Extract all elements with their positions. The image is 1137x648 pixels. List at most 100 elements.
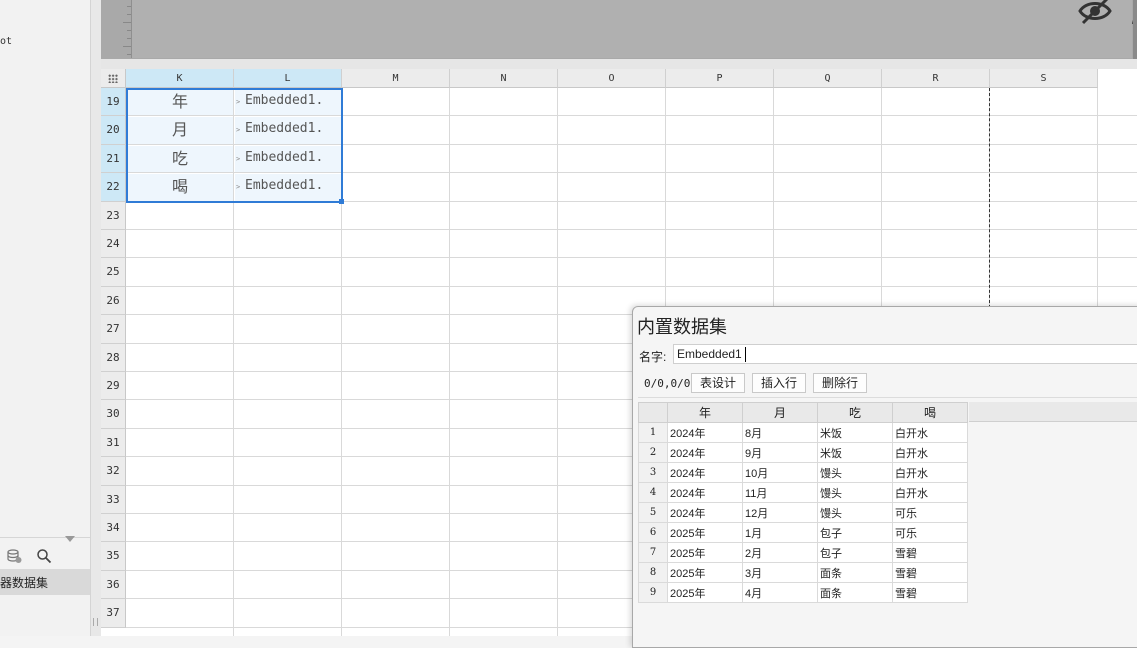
table-cell[interactable]: 8月 <box>742 422 818 443</box>
table-cell[interactable]: 2月 <box>742 542 818 563</box>
column-header-r[interactable]: R <box>882 69 990 88</box>
row-header-20[interactable]: 20 <box>101 116 126 145</box>
report-body-area[interactable] <box>131 0 1137 58</box>
table-header-filler <box>969 402 1137 422</box>
search-icon[interactable] <box>36 548 52 564</box>
column-header-p[interactable]: P <box>666 69 774 88</box>
table-cell[interactable]: 12月 <box>742 502 818 523</box>
row-header-35[interactable]: 35 <box>101 542 126 571</box>
table-cell[interactable]: 包子 <box>817 542 893 563</box>
grid-vline <box>449 88 450 636</box>
table-cell[interactable]: 2024年 <box>667 462 743 483</box>
row-header-36[interactable]: 36 <box>101 570 126 600</box>
row-header-27[interactable]: 27 <box>101 315 126 344</box>
row-header-24[interactable]: 24 <box>101 230 126 259</box>
table-cell[interactable]: 10月 <box>742 462 818 483</box>
table-cell[interactable]: 1月 <box>742 522 818 543</box>
row-header-30[interactable]: 30 <box>101 400 126 429</box>
fill-handle[interactable] <box>339 199 344 204</box>
table-row[interactable]: 4 2024年 11月 馒头 白开水 <box>638 482 968 503</box>
row-header-25[interactable]: 25 <box>101 258 126 287</box>
table-cell[interactable]: 面条 <box>817 582 893 603</box>
name-label: 名字: <box>639 350 667 364</box>
column-header-s[interactable]: S <box>990 69 1098 88</box>
column-header-n[interactable]: N <box>450 69 558 88</box>
table-row[interactable]: 5 2024年 12月 馒头 可乐 <box>638 502 968 523</box>
table-design-button[interactable]: 表设计 <box>691 373 746 393</box>
left-panel: ot 器数据集 <box>0 0 90 636</box>
table-cell[interactable]: 2025年 <box>667 522 743 543</box>
row-header-33[interactable]: 33 <box>101 485 126 514</box>
column-header-q[interactable]: Q <box>774 69 882 88</box>
table-row[interactable]: 9 2025年 4月 面条 雪碧 <box>638 582 968 603</box>
table-row[interactable]: 7 2025年 2月 包子 雪碧 <box>638 542 968 563</box>
table-row[interactable]: 2 2024年 9月 米饭 白开水 <box>638 442 968 463</box>
select-all-corner[interactable] <box>101 69 126 88</box>
table-cell[interactable]: 白开水 <box>892 462 968 483</box>
table-cell[interactable]: 2024年 <box>667 502 743 523</box>
column-header[interactable]: 年 <box>667 402 743 423</box>
table-cell[interactable]: 2025年 <box>667 542 743 563</box>
cell-selection-box[interactable] <box>126 88 343 203</box>
table-cell[interactable]: 2025年 <box>667 582 743 603</box>
row-index: 3 <box>638 462 668 483</box>
column-header[interactable]: 月 <box>742 402 818 423</box>
table-row[interactable]: 8 2025年 3月 面条 雪碧 <box>638 562 968 583</box>
table-cell[interactable]: 3月 <box>742 562 818 583</box>
hide-icon[interactable] <box>1077 0 1113 29</box>
table-row[interactable]: 6 2025年 1月 包子 可乐 <box>638 522 968 543</box>
table-cell[interactable]: 4月 <box>742 582 818 603</box>
row-header-26[interactable]: 26 <box>101 286 126 316</box>
table-row[interactable]: 3 2024年 10月 馒头 白开水 <box>638 462 968 483</box>
column-header-m[interactable]: M <box>342 69 450 88</box>
insert-row-button[interactable]: 插入行 <box>752 373 807 393</box>
row-header-34[interactable]: 34 <box>101 514 126 543</box>
column-header[interactable]: 喝 <box>892 402 968 423</box>
collapse-arrow-icon[interactable] <box>65 536 75 542</box>
column-header-o[interactable]: O <box>558 69 666 88</box>
row-header-21[interactable]: 21 <box>101 144 126 174</box>
grid-hline <box>126 285 1137 287</box>
table-cell[interactable]: 雪碧 <box>892 562 968 583</box>
column-header-k[interactable]: K <box>126 69 234 88</box>
name-input[interactable] <box>673 344 1137 364</box>
table-cell[interactable]: 白开水 <box>892 422 968 443</box>
table-cell[interactable]: 9月 <box>742 442 818 463</box>
row-header-31[interactable]: 31 <box>101 428 126 458</box>
row-header-28[interactable]: 28 <box>101 343 126 372</box>
table-cell[interactable]: 雪碧 <box>892 542 968 563</box>
index-header <box>638 402 668 423</box>
table-row[interactable]: 1 2024年 8月 米饭 白开水 <box>638 422 968 443</box>
table-cell[interactable]: 馒头 <box>817 462 893 483</box>
dataset-list-item-selected[interactable]: 器数据集 <box>0 569 90 595</box>
row-header-37[interactable]: 37 <box>101 599 126 628</box>
table-cell[interactable]: 可乐 <box>892 522 968 543</box>
splitter-handle[interactable] <box>93 618 98 626</box>
table-cell[interactable]: 2024年 <box>667 442 743 463</box>
table-cell[interactable]: 包子 <box>817 522 893 543</box>
row-header-22[interactable]: 22 <box>101 173 126 202</box>
table-cell[interactable]: 2024年 <box>667 422 743 443</box>
column-header-l[interactable]: L <box>234 69 342 88</box>
table-cell[interactable]: 雪碧 <box>892 582 968 603</box>
table-header-row: 年 月 吃 喝 <box>638 402 968 423</box>
table-cell[interactable]: 可乐 <box>892 502 968 523</box>
row-header-32[interactable]: 32 <box>101 457 126 486</box>
database-icon[interactable] <box>6 548 22 564</box>
table-cell[interactable]: 白开水 <box>892 482 968 503</box>
row-header-29[interactable]: 29 <box>101 372 126 401</box>
table-cell[interactable]: 馒头 <box>817 482 893 503</box>
dataset-table[interactable]: 年 月 吃 喝 1 2024年 8月 米饭 白开水 2 2024年 9月 米饭 白开水 3 2024年… <box>638 402 968 603</box>
table-cell[interactable]: 面条 <box>817 562 893 583</box>
table-cell[interactable]: 米饭 <box>817 422 893 443</box>
table-cell[interactable]: 2024年 <box>667 482 743 503</box>
table-cell[interactable]: 11月 <box>742 482 818 503</box>
row-header-19[interactable]: 19 <box>101 88 126 117</box>
table-cell[interactable]: 馒头 <box>817 502 893 523</box>
table-cell[interactable]: 米饭 <box>817 442 893 463</box>
row-header-23[interactable]: 23 <box>101 201 126 230</box>
delete-row-button[interactable]: 删除行 <box>813 373 868 393</box>
table-cell[interactable]: 白开水 <box>892 442 968 463</box>
column-header[interactable]: 吃 <box>817 402 893 423</box>
table-cell[interactable]: 2025年 <box>667 562 743 583</box>
